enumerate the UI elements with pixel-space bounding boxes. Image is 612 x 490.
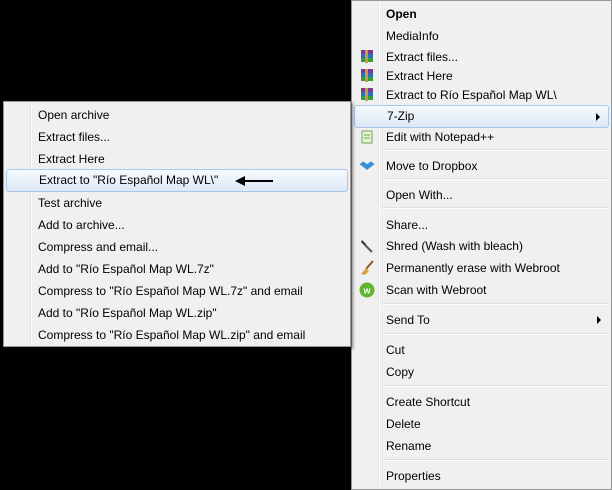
menu-item-label: Copy <box>386 365 415 379</box>
submenu-item-add-to-archive[interactable]: Add to archive... <box>6 214 348 236</box>
submenu-item-label: Add to "Río Español Map WL.7z" <box>38 262 214 276</box>
broom-icon <box>361 260 374 275</box>
submenu-item-label: Open archive <box>38 108 110 122</box>
menu-item-label: Send To <box>386 313 430 327</box>
menu-item-label: Properties <box>386 469 441 483</box>
submenu-item-label: Compress to "Río Español Map WL.7z" and … <box>38 284 303 298</box>
menu-separator <box>382 385 609 387</box>
shred-icon <box>361 240 373 253</box>
winrar-icon <box>361 50 373 63</box>
menu-item-erase-webroot[interactable]: Permanently erase with Webroot <box>354 257 609 279</box>
menu-item-label: Share... <box>386 218 429 232</box>
submenu-item-label: Extract files... <box>38 130 111 144</box>
menu-item-label: Delete <box>386 417 421 431</box>
menu-item-copy[interactable]: Copy <box>354 361 609 383</box>
menu-item-rename[interactable]: Rename <box>354 435 609 457</box>
submenu-item-label: Add to "Río Español Map WL.zip" <box>38 306 217 320</box>
menu-separator <box>382 333 609 335</box>
pointer-arrow-icon <box>235 176 273 186</box>
menu-separator <box>382 459 609 461</box>
menu-item-properties[interactable]: Properties <box>354 465 609 487</box>
menu-item-share[interactable]: Share... <box>354 214 609 236</box>
menu-item-label: Shred (Wash with bleach) <box>386 239 523 253</box>
submenu-item-add-7z[interactable]: Add to "Río Español Map WL.7z" <box>6 258 348 280</box>
dropbox-icon <box>359 161 375 170</box>
submenu-item-label: Compress to "Río Español Map WL.zip" and… <box>38 328 306 342</box>
menu-separator <box>382 303 609 305</box>
menu-item-label: Create Shortcut <box>386 395 471 409</box>
notepad-plus-plus-icon <box>361 130 373 144</box>
submenu-item-extract-to[interactable]: Extract to "Río Español Map WL\" <box>6 169 348 192</box>
menu-item-mediainfo[interactable]: MediaInfo <box>354 25 609 47</box>
menu-item-label: Permanently erase with Webroot <box>386 261 560 275</box>
submenu-item-add-zip[interactable]: Add to "Río Español Map WL.zip" <box>6 302 348 324</box>
webroot-icon: w <box>359 282 375 298</box>
menu-item-dropbox[interactable]: Move to Dropbox <box>354 155 609 177</box>
menu-item-open[interactable]: Open <box>354 3 609 25</box>
submenu-item-label: Compress and email... <box>38 240 159 254</box>
menu-separator <box>382 207 609 209</box>
submenu-item-extract-files[interactable]: Extract files... <box>6 126 348 148</box>
svg-text:w: w <box>362 286 371 296</box>
submenu-item-extract-here[interactable]: Extract Here <box>6 148 348 170</box>
menu-separator <box>382 178 609 180</box>
submenu-item-label: Extract to "Río Español Map WL\" <box>39 173 219 187</box>
menu-item-delete[interactable]: Delete <box>354 413 609 435</box>
submenu-7zip: Open archive Extract files... Extract He… <box>3 101 351 347</box>
submenu-item-label: Extract Here <box>38 152 105 166</box>
menu-item-label: Open <box>386 7 417 21</box>
menu-separator <box>382 149 609 151</box>
menu-item-label: Extract to Río Español Map WL\ <box>386 88 557 102</box>
menu-item-label: Edit with Notepad++ <box>386 130 495 144</box>
submenu-arrow-icon <box>597 316 601 324</box>
submenu-item-test-archive[interactable]: Test archive <box>6 192 348 214</box>
menu-item-shred[interactable]: Shred (Wash with bleach) <box>354 235 609 257</box>
menu-item-open-with[interactable]: Open With... <box>354 184 609 206</box>
context-menu: Open MediaInfo Extract files... Extract … <box>351 0 612 490</box>
menu-item-label: Cut <box>386 343 405 357</box>
winrar-icon <box>361 69 373 82</box>
menu-item-label: Open With... <box>386 188 453 202</box>
menu-item-label: Move to Dropbox <box>386 159 478 173</box>
menu-item-label: Rename <box>386 439 432 453</box>
menu-item-scan-webroot[interactable]: w Scan with Webroot <box>354 279 609 301</box>
menu-item-7zip[interactable]: 7-Zip <box>354 105 609 128</box>
submenu-arrow-icon <box>596 113 600 121</box>
menu-item-edit-notepad[interactable]: Edit with Notepad++ <box>354 126 609 148</box>
submenu-item-label: Test archive <box>38 196 103 210</box>
submenu-item-label: Add to archive... <box>38 218 125 232</box>
submenu-item-compress-zip-email[interactable]: Compress to "Río Español Map WL.zip" and… <box>6 324 348 346</box>
menu-item-label: 7-Zip <box>387 109 415 123</box>
menu-item-send-to[interactable]: Send To <box>354 309 609 331</box>
menu-item-cut[interactable]: Cut <box>354 339 609 361</box>
menu-item-extract-to[interactable]: Extract to Río Español Map WL\ <box>354 84 609 106</box>
winrar-icon <box>361 88 373 101</box>
submenu-item-compress-7z-email[interactable]: Compress to "Río Español Map WL.7z" and … <box>6 280 348 302</box>
menu-item-label: Scan with Webroot <box>386 283 487 297</box>
submenu-item-compress-email[interactable]: Compress and email... <box>6 236 348 258</box>
menu-item-label: MediaInfo <box>386 29 439 43</box>
submenu-item-open-archive[interactable]: Open archive <box>6 104 348 126</box>
menu-item-create-shortcut[interactable]: Create Shortcut <box>354 391 609 413</box>
